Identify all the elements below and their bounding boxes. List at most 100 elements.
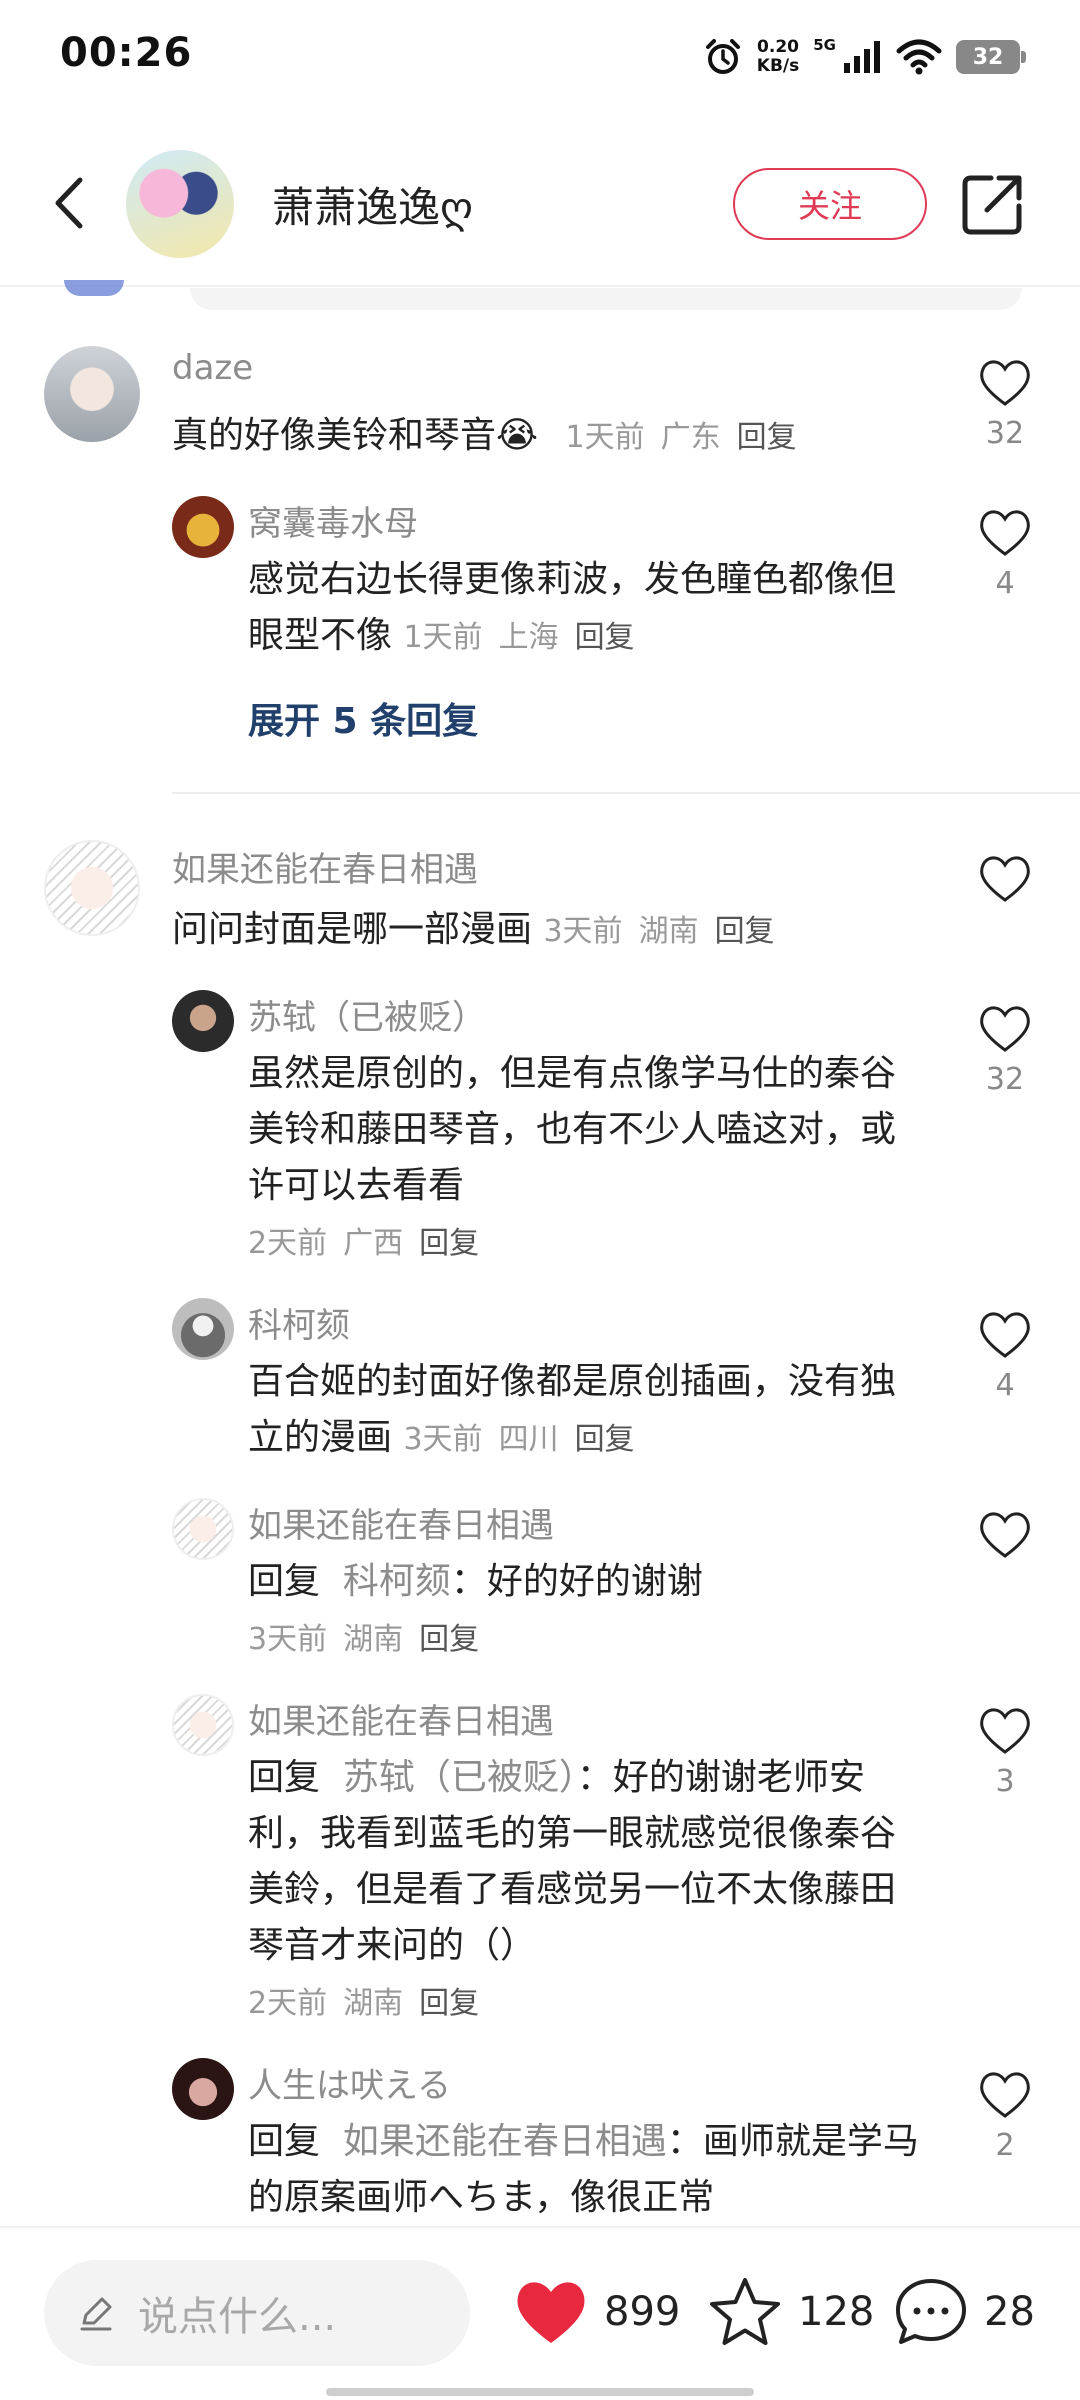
comment-text: 感觉右边长得更像莉波，发色瞳色都像但眼型不像 1天前 上海 回复	[248, 559, 897, 656]
post-header: 萧萧逸逸ღ 关注	[0, 140, 1080, 270]
avatar[interactable]	[44, 346, 140, 442]
reply-link[interactable]: 回复	[575, 1422, 635, 1457]
like-button[interactable]: 32	[975, 1002, 1035, 1097]
avatar[interactable]	[172, 2058, 234, 2120]
comment-author[interactable]: 苏轼（已被贬）	[248, 990, 486, 1039]
chevron-left-icon	[55, 177, 83, 229]
comment-author[interactable]: 如果还能在春日相遇	[248, 1694, 554, 1743]
status-icons: 0.20 KB/s 5G 32	[703, 32, 1026, 82]
reply-link[interactable]: 回复	[737, 420, 797, 455]
bottom-action-bar: 说点什么... 899 128 28	[0, 2226, 1080, 2400]
comment-meta: 2天前 广西 回复	[248, 1226, 480, 1261]
clipped-avatar	[64, 280, 124, 296]
comment-meta: 1天前 上海 回复	[403, 620, 635, 655]
comment-bubble-icon	[896, 2279, 966, 2344]
battery-icon: 32	[956, 40, 1026, 74]
home-indicator[interactable]	[326, 2388, 754, 2396]
heart-outline-icon	[980, 1512, 1030, 1558]
reply-link[interactable]: 回复	[419, 1226, 479, 1261]
heart-outline-icon	[980, 360, 1030, 406]
comment-meta: 3天前 湖南 回复	[248, 1622, 480, 1657]
comment-placeholder: 说点什么...	[138, 2294, 337, 2340]
avatar[interactable]	[172, 1694, 234, 1756]
author-avatar[interactable]	[126, 150, 234, 258]
like-count: 3	[995, 1764, 1015, 1799]
comment-text: 虽然是原创的，但是有点像学马仕的秦谷美铃和藤田琴音，也有不少人嗑这对，或许可以去…	[248, 1053, 897, 1261]
comment-text: 问问封面是哪一部漫画 3天前 湖南 回复	[172, 909, 775, 950]
reply-link[interactable]: 回复	[419, 1622, 479, 1657]
avatar[interactable]	[172, 496, 234, 558]
heart-outline-icon	[980, 1708, 1030, 1754]
net-speed: 0.20 KB/s	[756, 37, 800, 76]
comment-text: 回复 科柯颏：好的好的谢谢 3天前 湖南 回复	[248, 1561, 703, 1657]
author-name[interactable]: 萧萧逸逸ღ	[272, 174, 473, 235]
comment-text: 回复 如果还能在春日相遇：画师就是学马的原案画师へちま，像很正常	[248, 2121, 919, 2218]
signal-icon	[844, 41, 880, 73]
like-count: 32	[985, 416, 1025, 451]
comment-input[interactable]: 说点什么...	[44, 2260, 470, 2366]
comment-text-clip: 回复 如果还能在春日相遇：画师就是学马的原案画师へちま，像很正常	[248, 2114, 928, 2226]
heart-outline-icon	[980, 856, 1030, 902]
reply-link[interactable]: 回复	[715, 914, 775, 949]
mention-link[interactable]: 科柯颏	[343, 1561, 451, 1602]
like-button[interactable]: 32	[975, 356, 1035, 451]
heart-outline-icon	[980, 510, 1030, 556]
alarm-icon	[705, 39, 740, 74]
favorite-button[interactable]: 128	[706, 2272, 874, 2352]
comment-count: 28	[984, 2289, 1035, 2335]
comment-meta: 3天前 四川 回复	[403, 1422, 635, 1457]
comment-text: 回复 苏轼（已被贬）：好的谢谢老师安利，我看到蓝毛的第一眼就感觉很像秦谷美鈴，但…	[248, 1757, 897, 2021]
follow-button[interactable]: 关注	[733, 168, 927, 240]
favorite-count: 128	[798, 2289, 875, 2335]
share-button[interactable]	[955, 168, 1029, 242]
comment-button[interactable]: 28	[892, 2272, 1035, 2352]
like-button[interactable]	[975, 852, 1035, 912]
like-button[interactable]: 3	[975, 1704, 1035, 1799]
comment-meta: 3天前 湖南 回复	[543, 914, 775, 949]
like-button[interactable]: 2	[975, 2068, 1035, 2163]
comment-meta: 2天前 湖南 回复	[248, 1986, 480, 2021]
status-time: 00:26	[60, 30, 193, 76]
like-count: 32	[985, 1062, 1025, 1097]
comment-author[interactable]: daze	[172, 348, 253, 388]
star-icon	[710, 2278, 780, 2345]
like-count: 899	[604, 2289, 681, 2335]
like-count: 2	[995, 2128, 1015, 2163]
thread-divider	[172, 792, 1080, 794]
avatar[interactable]	[172, 990, 234, 1052]
like-button[interactable]: 4	[975, 506, 1035, 601]
reply-link[interactable]: 回复	[419, 1986, 479, 2021]
like-count: 4	[995, 1368, 1015, 1403]
network-type: 5G	[813, 36, 836, 54]
mention-link[interactable]: 如果还能在春日相遇	[343, 2121, 667, 2162]
back-button[interactable]	[36, 168, 106, 238]
like-count: 4	[995, 566, 1015, 601]
comment-author[interactable]: 如果还能在春日相遇	[172, 842, 478, 891]
header-divider	[0, 285, 1080, 287]
comment-text: 百合姬的封面好像都是原创插画，没有独立的漫画 3天前 四川 回复	[248, 1361, 897, 1458]
comment-meta: 1天前 广东 回复	[565, 420, 797, 455]
heart-outline-icon	[980, 2072, 1030, 2118]
comment-author[interactable]: 科柯颏	[248, 1298, 350, 1347]
comment-author[interactable]: 如果还能在春日相遇	[248, 1498, 554, 1547]
pencil-icon	[80, 2297, 112, 2331]
like-post-button[interactable]: 899	[512, 2272, 680, 2352]
share-external-icon	[962, 175, 1022, 235]
heart-filled-icon	[517, 2282, 585, 2343]
reply-link[interactable]: 回复	[575, 620, 635, 655]
like-button[interactable]	[975, 1508, 1035, 1568]
heart-outline-icon	[980, 1312, 1030, 1358]
avatar[interactable]	[172, 1298, 234, 1360]
wifi-icon	[896, 39, 942, 75]
comment-author[interactable]: 窝囊毒水母	[248, 496, 418, 545]
avatar[interactable]	[44, 840, 140, 936]
clipped-content	[190, 288, 1022, 310]
crying-emoji-icon: 😭	[496, 415, 539, 456]
status-bar: 00:26 0.20 KB/s 5G 32	[0, 0, 1080, 110]
expand-replies-button[interactable]: 展开 5 条回复	[248, 692, 478, 744]
comment-author[interactable]: 人生は吠える	[248, 2058, 451, 2107]
comment-text: 真的好像美铃和琴音😭 1天前 广东 回复	[172, 415, 797, 456]
like-button[interactable]: 4	[975, 1308, 1035, 1403]
avatar[interactable]	[172, 1498, 234, 1560]
mention-link[interactable]: 苏轼（已被贬）	[343, 1757, 577, 1798]
